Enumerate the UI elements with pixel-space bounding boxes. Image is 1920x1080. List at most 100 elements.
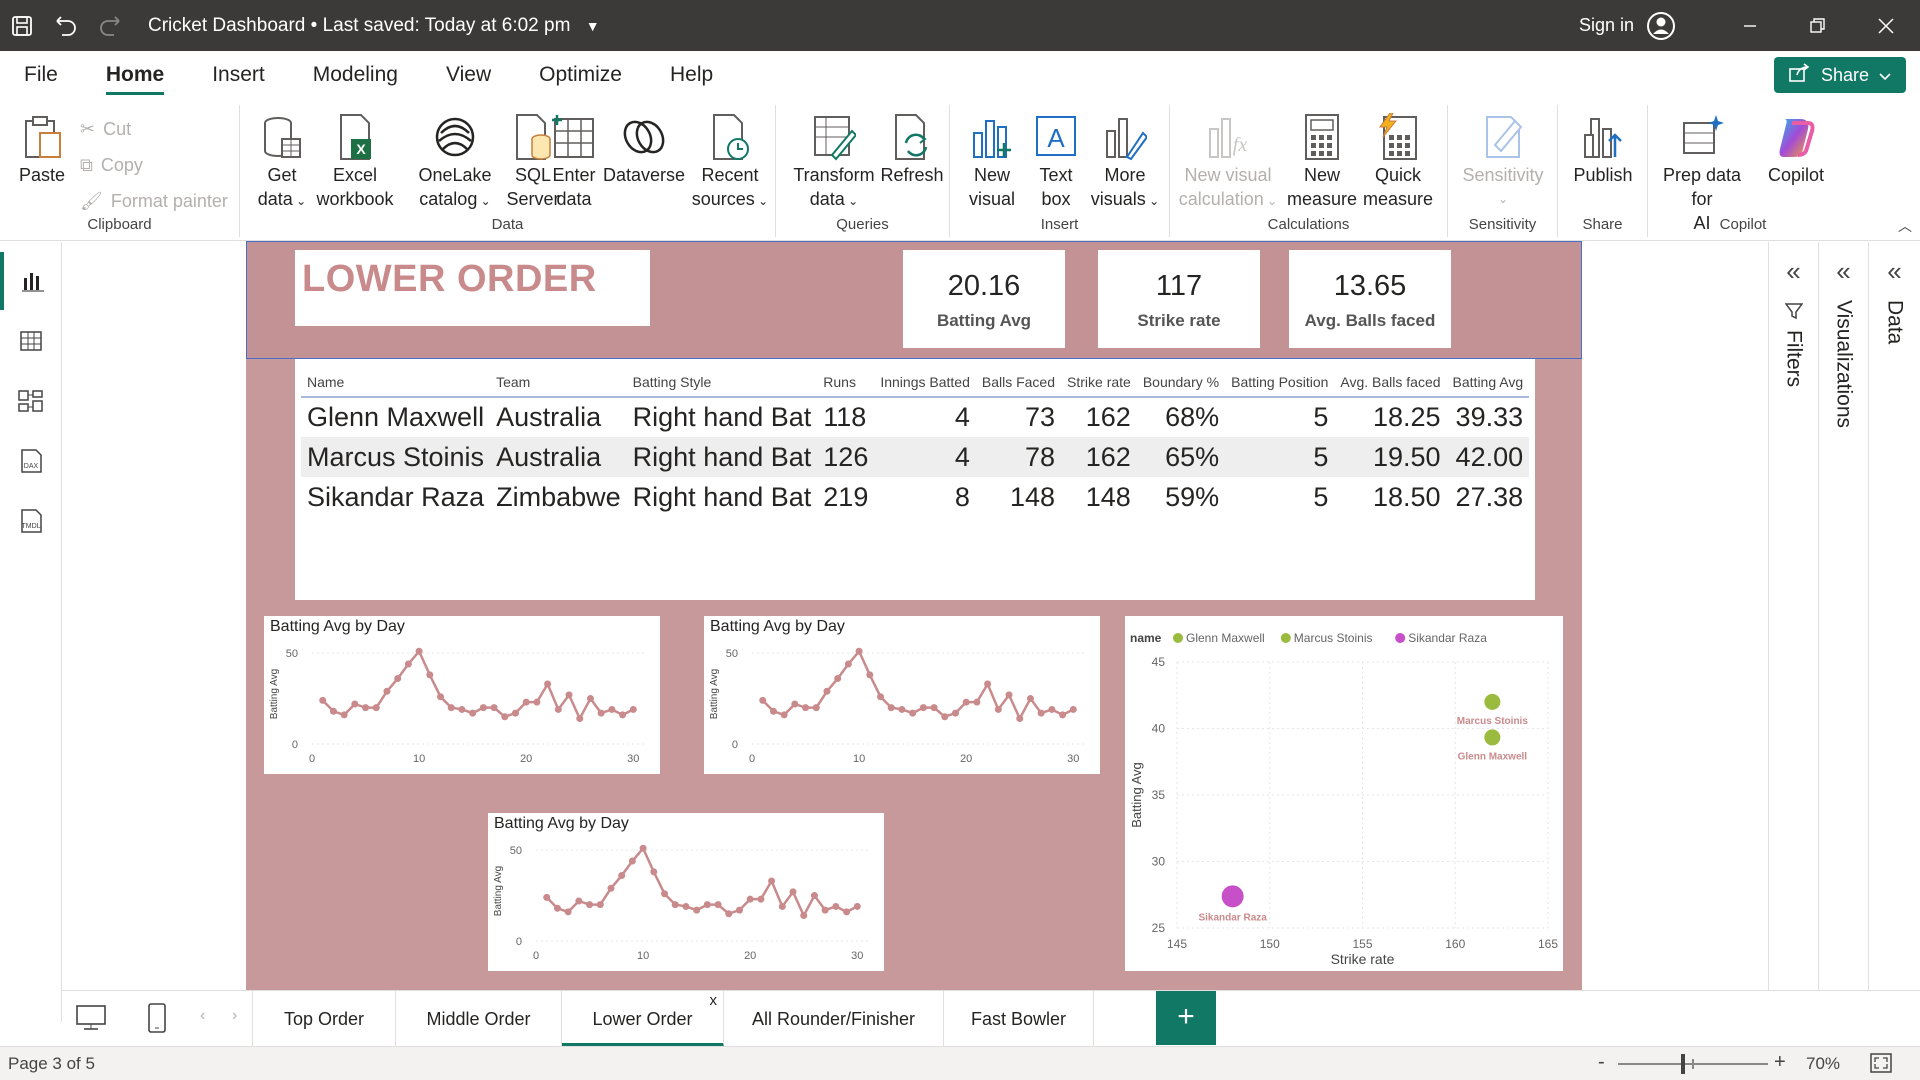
player-table-visual[interactable]: Name Team Batting Style Runs Innings Bat… — [295, 359, 1535, 600]
column-header[interactable]: Batting Avg — [1446, 367, 1530, 398]
menu-tab-view[interactable]: View — [422, 51, 515, 99]
desktop-layout-icon[interactable] — [76, 1005, 106, 1036]
table-cell: Marcus Stoinis — [301, 437, 491, 477]
report-view-icon[interactable] — [0, 252, 62, 310]
line-chart-card-3[interactable]: Batting Avg by Day 0 50 0 10 20 30 Batting Avg — [488, 813, 884, 971]
column-header[interactable]: Balls Faced — [975, 367, 1062, 398]
scatter-chart-card[interactable]: 25 30 35 40 45 145 150 155 160 165 Strike rate Batt… — [1125, 616, 1563, 971]
quick-measure-button[interactable]: Quick measure — [1362, 113, 1434, 211]
column-header[interactable]: Runs — [817, 367, 875, 398]
data-point — [735, 906, 743, 914]
kpi-card-avg-balls-faced[interactable]: 13.65 Avg. Balls faced — [1289, 250, 1451, 348]
close-icon[interactable] — [1852, 0, 1920, 51]
expand-filters-icon[interactable]: « — [1769, 256, 1818, 287]
copy-button[interactable]: ⧉ Copy — [80, 155, 143, 176]
publish-button[interactable]: Publish — [1566, 113, 1640, 187]
data-point — [608, 705, 616, 713]
column-header[interactable]: Boundary % — [1136, 367, 1226, 398]
column-header[interactable]: Team — [490, 367, 627, 398]
data-point — [919, 704, 927, 712]
line-chart-card-1[interactable]: Batting Avg by Day 0 50 0 10 20 30 Batting Avg — [264, 616, 660, 774]
model-view-icon[interactable] — [0, 372, 62, 430]
tmdl-view-icon[interactable]: TMDL — [0, 492, 62, 550]
get-data-button[interactable]: Get data ⌄ — [254, 113, 310, 213]
save-icon[interactable] — [0, 0, 44, 51]
menu-tab-optimize[interactable]: Optimize — [515, 51, 646, 99]
transform-data-button[interactable]: Transform data ⌄ — [790, 113, 878, 213]
table-view-icon[interactable] — [0, 312, 62, 370]
expand-data-icon[interactable]: « — [1869, 256, 1920, 287]
new-visual-button[interactable]: New visual — [960, 113, 1024, 211]
mobile-layout-icon[interactable] — [148, 1003, 166, 1038]
table-row[interactable]: Sikandar Raza Zimbabwe Right hand Bat 21… — [301, 477, 1529, 517]
enter-data-button[interactable]: Enter data — [544, 113, 604, 211]
caret-down-icon[interactable]: ▼ — [586, 18, 600, 34]
undo-icon[interactable] — [44, 0, 88, 51]
data-point — [812, 704, 820, 712]
menu-tab-insert[interactable]: Insert — [188, 51, 289, 99]
new-measure-button[interactable]: New measure — [1286, 113, 1358, 211]
ribbon-group-calculations: fx New visual calculation ⌄ New measure … — [1170, 105, 1448, 237]
page-title-box[interactable]: LOWER ORDER — [295, 250, 650, 326]
page-tab-top-order[interactable]: Top Order — [252, 991, 396, 1047]
file-title[interactable]: Cricket Dashboard • Last saved: Today at… — [148, 15, 600, 37]
zoom-level[interactable]: 70% — [1806, 1054, 1840, 1074]
restore-icon[interactable] — [1784, 0, 1852, 51]
last-saved: Last saved: Today at 6:02 pm — [322, 14, 571, 36]
column-header[interactable]: Batting Position — [1225, 367, 1335, 398]
kpi-card-batting-avg[interactable]: 20.16 Batting Avg — [903, 250, 1065, 348]
copilot-label: Copilot — [1767, 165, 1825, 185]
new-visual-calculation-button[interactable]: fx New visual calculation ⌄ — [1178, 113, 1278, 213]
page-tab-middle-order[interactable]: Middle Order — [396, 991, 562, 1047]
column-header[interactable]: Strike rate — [1061, 367, 1137, 398]
close-page-icon[interactable]: x — [710, 973, 718, 1029]
column-header[interactable]: Name — [301, 367, 491, 398]
account-icon[interactable] — [1646, 11, 1676, 41]
zoom-slider[interactable] — [1618, 1054, 1768, 1074]
visualizations-pane-collapsed[interactable]: « Visualizations — [1818, 242, 1868, 990]
add-page-button[interactable]: + — [1156, 991, 1216, 1045]
sign-in-link[interactable]: Sign in — [1579, 15, 1634, 36]
dax-query-view-icon[interactable]: DAX — [0, 432, 62, 490]
zoom-in-button[interactable]: + — [1774, 1051, 1786, 1074]
column-header[interactable]: Avg. Balls faced — [1334, 367, 1447, 398]
page-tab-all-rounder-finisher[interactable]: All Rounder/Finisher — [724, 991, 944, 1047]
line-chart-card-2[interactable]: Batting Avg by Day 0 50 0 10 20 30 Batting Avg — [704, 616, 1100, 774]
fit-to-page-icon[interactable] — [1870, 1053, 1892, 1078]
table-row[interactable]: Marcus Stoinis Australia Right hand Bat … — [301, 437, 1530, 477]
refresh-button[interactable]: Refresh — [880, 113, 944, 187]
column-header[interactable]: Batting Style — [626, 367, 818, 398]
filters-pane-collapsed[interactable]: « Filters — [1768, 242, 1818, 990]
page-tab-fast-bowler[interactable]: Fast Bowler — [944, 991, 1094, 1047]
more-visuals-button[interactable]: More visuals ⌄ — [1086, 113, 1164, 213]
redo-icon[interactable] — [88, 0, 132, 51]
recent-sources-button[interactable]: Recent sources ⌄ — [690, 113, 770, 213]
excel-workbook-button[interactable]: X Excel workbook — [314, 113, 396, 211]
data-pane-collapsed[interactable]: « Data — [1868, 242, 1920, 990]
sensitivity-button[interactable]: Sensitivity ⌄ — [1460, 113, 1546, 211]
page-tab-lower-order[interactable]: Lower Order x — [562, 991, 724, 1047]
cut-button[interactable]: ✂ Cut — [80, 119, 131, 140]
kpi-card-strike-rate[interactable]: 117 Strike rate — [1098, 250, 1260, 348]
column-header[interactable]: Innings Batted — [874, 367, 976, 398]
text-box-button[interactable]: A Text box — [1028, 113, 1084, 211]
expand-visualizations-icon[interactable]: « — [1819, 256, 1868, 287]
paste-button[interactable]: Paste — [14, 113, 70, 187]
format-painter-button[interactable]: 🖌 Format painter — [80, 191, 228, 212]
zoom-out-button[interactable]: - — [1598, 1051, 1605, 1074]
scroll-right-icon[interactable]: › — [232, 1007, 237, 1025]
dataverse-button[interactable]: Dataverse — [600, 113, 688, 187]
menu-tab-file[interactable]: File — [0, 51, 82, 99]
menu-tab-modeling[interactable]: Modeling — [289, 51, 422, 99]
share-button[interactable]: Share — [1774, 57, 1906, 93]
table-row[interactable]: Glenn Maxwell Australia Right hand Bat 1… — [301, 397, 1529, 437]
copilot-button[interactable]: Copilot — [1758, 113, 1834, 187]
recent-label-2: sources ⌄ — [690, 187, 770, 213]
zoom-slider-thumb[interactable] — [1681, 1054, 1685, 1074]
minimize-icon[interactable] — [1716, 0, 1784, 51]
menu-tab-help[interactable]: Help — [646, 51, 737, 99]
collapse-ribbon-icon[interactable]: ︿ — [1898, 216, 1912, 236]
onelake-label-2-text: catalog — [419, 189, 478, 209]
menu-tab-home[interactable]: Home — [82, 51, 188, 99]
scroll-left-icon[interactable]: ‹ — [200, 1007, 205, 1025]
